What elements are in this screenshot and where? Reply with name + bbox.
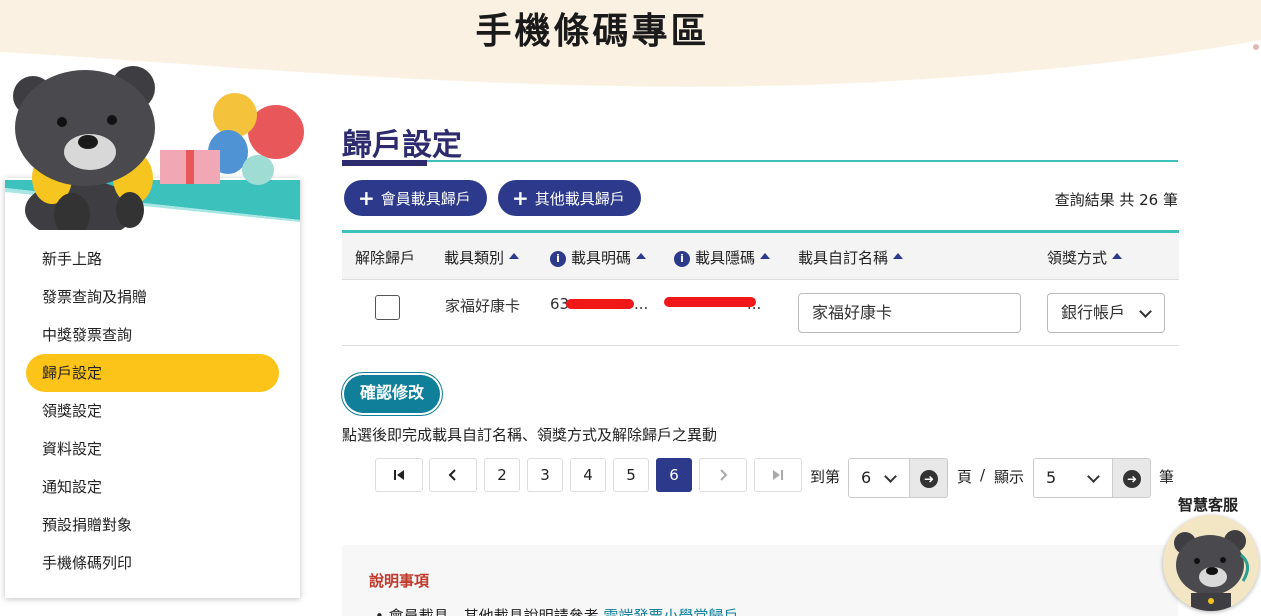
last-page-button[interactable] <box>754 458 802 492</box>
sort-up-icon <box>1112 253 1123 259</box>
confirm-hint: 點選後即完成載具自訂名稱、領獎方式及解除歸戶之異動 <box>342 426 718 444</box>
info-icon[interactable]: i <box>550 251 566 267</box>
arrow-right-circle-icon: ➜ <box>1123 470 1141 488</box>
smart-assistant-button[interactable]: 智慧客服 <box>1163 490 1261 616</box>
bullet: • <box>375 607 389 616</box>
redaction-mark <box>664 297 756 307</box>
member-carrier-merge-button[interactable]: + 會員載具歸戶 <box>344 180 487 216</box>
page-button-3[interactable]: 3 <box>527 458 563 492</box>
header-hidden-code[interactable]: i 載具隱碼 <box>674 247 771 268</box>
page-unit-label: 頁 <box>957 468 973 486</box>
chevron-down-icon <box>1087 470 1100 483</box>
bear-mascot-icon <box>13 66 304 240</box>
redaction-mark <box>566 299 634 309</box>
chevron-left-icon <box>448 469 456 481</box>
header-prize-method-label: 領獎方式 <box>1047 249 1108 267</box>
header-custom-name[interactable]: 載具自訂名稱 <box>798 247 904 268</box>
sidebar-menu: 新手上路 發票查詢及捐贈 中獎發票查詢 歸戶設定 領獎設定 資料設定 通知設定 … <box>0 240 300 582</box>
title-underline <box>342 160 1178 162</box>
sidebar-item-invoice-query[interactable]: 發票查詢及捐贈 <box>0 278 300 316</box>
show-label: 顯示 <box>994 468 1025 486</box>
next-page-button[interactable] <box>699 458 747 492</box>
other-carrier-merge-button[interactable]: + 其他載具歸戶 <box>498 180 641 216</box>
per-page-select-value: 5 <box>1046 468 1057 487</box>
notes-item-text: 會員載具、其他載具說明請參考 <box>388 607 599 616</box>
notes-item: • 會員載具、其他載具說明請參考 雲端發票小學堂歸戶 <box>375 605 738 616</box>
carrier-table: 解除歸戶 載具類別 i 載具明碼 i 載具隱碼 載具自訂名稱 領獎方式 家福好康卡 … <box>342 230 1179 346</box>
plus-icon: + <box>512 186 529 210</box>
chevron-right-icon <box>720 469 728 481</box>
title-underline-accent <box>342 160 427 166</box>
per-page-unit-label: 筆 <box>1159 468 1175 486</box>
sidebar-item-profile-settings[interactable]: 資料設定 <box>0 430 300 468</box>
page-button-5[interactable]: 5 <box>613 458 649 492</box>
table-header: 解除歸戶 載具類別 i 載具明碼 i 載具隱碼 載具自訂名稱 領獎方式 <box>342 233 1179 280</box>
sidebar-item-winning-query[interactable]: 中獎發票查詢 <box>0 316 300 354</box>
arrow-right-circle-icon: ➜ <box>920 470 938 488</box>
confirm-button[interactable]: 確認修改 <box>342 373 442 415</box>
page: 手機條碼專區 新手上路 發票查詢及捐贈 中獎發票查詢 歸戶設定 領獎設定 資料設… <box>0 0 1261 616</box>
chevron-down-icon <box>884 470 897 483</box>
header-prize-method[interactable]: 領獎方式 <box>1047 247 1123 268</box>
page-button-6[interactable]: 6 <box>656 458 692 492</box>
page-title: 歸戶設定 <box>342 128 462 163</box>
last-page-icon <box>773 470 783 480</box>
per-page-select[interactable]: 5 <box>1033 458 1113 498</box>
page-select-value: 6 <box>861 468 872 487</box>
go-per-page-button[interactable]: ➜ <box>1113 458 1151 498</box>
carrier-type-cell: 家福好康卡 <box>445 297 521 315</box>
prev-page-button[interactable] <box>429 458 477 492</box>
sort-up-icon <box>509 253 520 259</box>
custom-name-input[interactable]: 家福好康卡 <box>798 293 1021 333</box>
info-icon[interactable]: i <box>674 251 690 267</box>
slash-separator: / <box>980 466 986 484</box>
assistant-bear-icon <box>1163 515 1259 611</box>
other-carrier-merge-label: 其他載具歸戶 <box>534 190 625 208</box>
prize-method-select[interactable]: 銀行帳戶 <box>1047 293 1165 333</box>
sort-up-icon <box>636 253 647 259</box>
notes-title: 說明事項 <box>369 572 430 590</box>
page-select[interactable]: 6 <box>848 458 910 498</box>
notes-panel: 說明事項 • 會員載具、其他載具說明請參考 雲端發票小學堂歸戶 <box>342 545 1178 616</box>
sidebar-item-default-donation[interactable]: 預設捐贈對象 <box>0 506 300 544</box>
chevron-down-icon <box>1139 305 1152 318</box>
header-visible-code[interactable]: i 載具明碼 <box>550 247 647 268</box>
first-page-icon <box>394 470 404 480</box>
mascot-illustration <box>0 60 310 240</box>
header-carrier-type[interactable]: 載具類別 <box>444 247 520 268</box>
result-count: 查詢結果 共 26 筆 <box>1054 191 1178 209</box>
sort-up-icon <box>760 253 771 259</box>
unmerge-checkbox[interactable] <box>375 295 400 320</box>
first-page-button[interactable] <box>375 458 423 492</box>
page-button-2[interactable]: 2 <box>484 458 520 492</box>
sidebar-item-barcode-print[interactable]: 手機條碼列印 <box>0 544 300 582</box>
plus-icon: + <box>358 186 375 210</box>
visible-code-ellipsis: ... <box>634 295 649 313</box>
notes-link[interactable]: 雲端發票小學堂歸戶 <box>603 607 738 616</box>
header-unmerge: 解除歸戶 <box>355 249 416 267</box>
banner-title: 手機條碼專區 <box>475 11 710 52</box>
page-button-4[interactable]: 4 <box>570 458 606 492</box>
member-carrier-merge-label: 會員載具歸戶 <box>380 190 471 208</box>
sort-up-icon <box>893 253 904 259</box>
sidebar-item-carrier-merge[interactable]: 歸戶設定 <box>26 354 279 392</box>
header-visible-code-label: 載具明碼 <box>571 249 632 267</box>
header-carrier-type-label: 載具類別 <box>444 249 505 267</box>
header-hidden-code-label: 載具隱碼 <box>695 249 756 267</box>
sidebar-item-getting-started[interactable]: 新手上路 <box>0 240 300 278</box>
header-custom-name-label: 載具自訂名稱 <box>798 249 889 267</box>
sidebar-item-prize-settings[interactable]: 領獎設定 <box>0 392 300 430</box>
sidebar-item-notification-settings[interactable]: 通知設定 <box>0 468 300 506</box>
hidden-code-ellipsis: ... <box>747 295 762 313</box>
prize-method-value: 銀行帳戶 <box>1061 303 1126 322</box>
go-page-button[interactable]: ➜ <box>910 458 948 498</box>
goto-label: 到第 <box>810 468 841 486</box>
assistant-label: 智慧客服 <box>1178 496 1239 514</box>
